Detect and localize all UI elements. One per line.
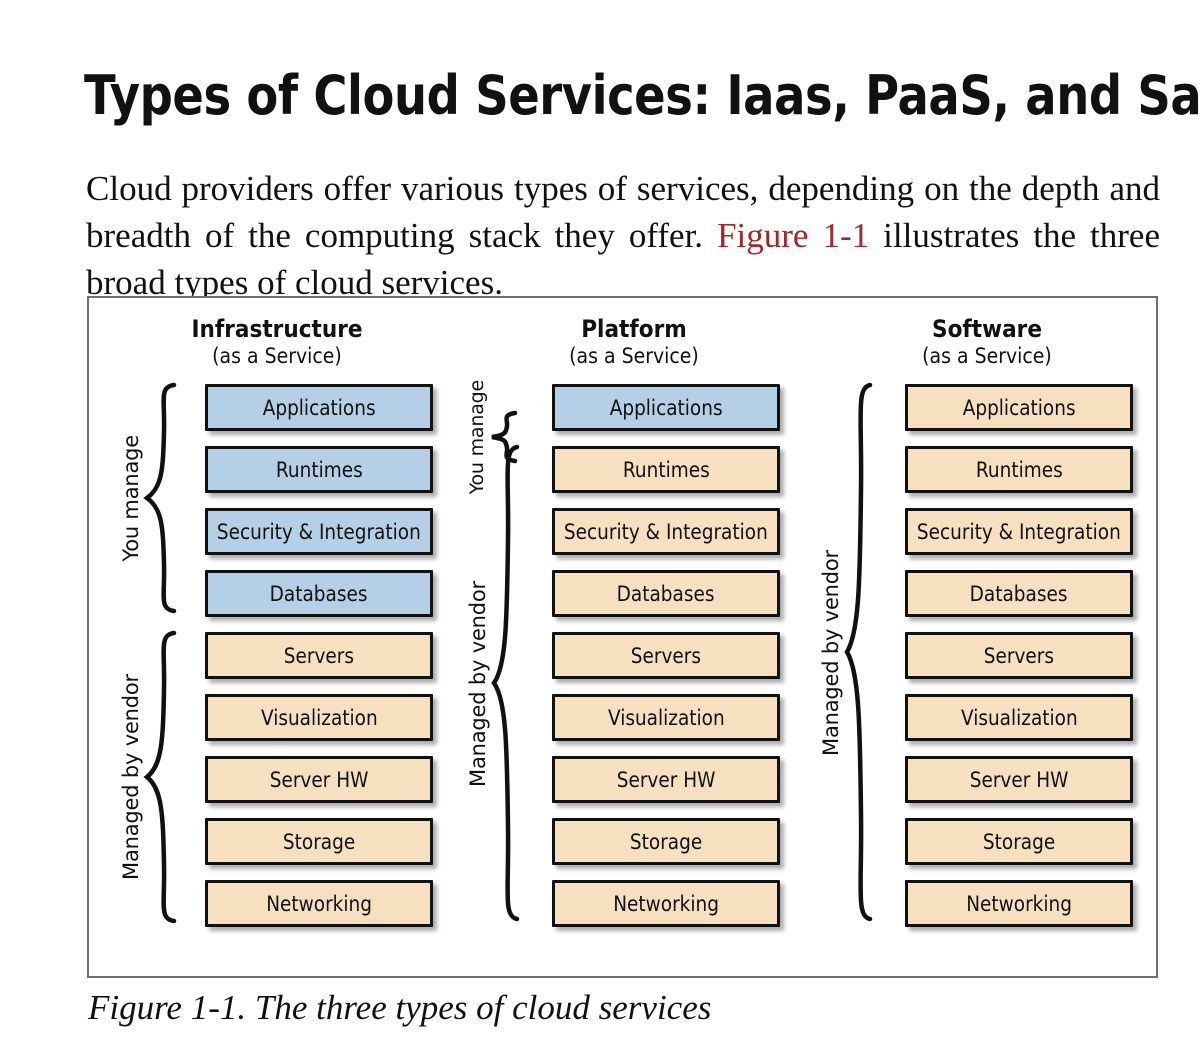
figure-reference-link[interactable]: Figure 1-1 <box>717 216 869 255</box>
layer-label: Visualization <box>260 705 378 730</box>
layer-box-applications[interactable]: Applications <box>552 384 780 431</box>
layer-box-security-and-integration[interactable]: Security & Integration <box>552 508 780 555</box>
layer-label: Servers <box>983 643 1055 668</box>
curly-brace-icon <box>143 382 177 614</box>
layer-box-databases[interactable]: Databases <box>905 570 1133 617</box>
layer-box-applications[interactable]: Applications <box>905 384 1133 431</box>
layer-label: Networking <box>613 891 719 916</box>
layer-box-servers[interactable]: Servers <box>905 632 1133 679</box>
layer-label: Databases <box>970 581 1068 606</box>
layer-box-storage[interactable]: Storage <box>552 818 780 865</box>
layer-box-runtimes[interactable]: Runtimes <box>905 446 1133 493</box>
layer-label: Storage <box>629 829 703 854</box>
layer-label: Security & Integration <box>917 519 1121 544</box>
layer-box-server-hw[interactable]: Server HW <box>552 756 780 803</box>
layer-box-storage[interactable]: Storage <box>905 818 1133 865</box>
layer-label: Applications <box>609 395 723 420</box>
brace-group-managed-by-vendor-saas: Managed by vendor <box>819 382 873 924</box>
layer-label: Storage <box>282 829 356 854</box>
layer-label: Server HW <box>616 767 716 792</box>
brace-label-managed-by-vendor-iaas: Managed by vendor <box>119 674 143 880</box>
layer-label: Visualization <box>960 705 1078 730</box>
layer-label: Runtimes <box>622 457 710 482</box>
layer-box-visualization[interactable]: Visualization <box>905 694 1133 741</box>
column-title-software: Software <box>932 315 1042 343</box>
layer-box-runtimes[interactable]: Runtimes <box>205 446 433 493</box>
layer-box-server-hw[interactable]: Server HW <box>205 756 433 803</box>
layer-box-runtimes[interactable]: Runtimes <box>552 446 780 493</box>
layer-box-applications[interactable]: Applications <box>205 384 433 431</box>
layer-label: Visualization <box>607 705 725 730</box>
layer-stack-software: Applications Runtimes Security & Integra… <box>905 384 1133 927</box>
layer-label: Server HW <box>969 767 1069 792</box>
brace-label-managed-by-vendor-paas: Managed by vendor <box>466 581 490 787</box>
layer-label: Databases <box>617 581 715 606</box>
layer-label: Applications <box>262 395 376 420</box>
layer-label: Security & Integration <box>217 519 421 544</box>
layer-box-visualization[interactable]: Visualization <box>552 694 780 741</box>
column-infrastructure: Infrastructure (as a Service) You manage… <box>107 298 447 976</box>
layer-label: Networking <box>266 891 372 916</box>
layer-box-servers[interactable]: Servers <box>552 632 780 679</box>
layer-box-networking[interactable]: Networking <box>205 880 433 927</box>
brace-label-you-manage-iaas: You manage <box>119 434 143 562</box>
layer-box-security-and-integration[interactable]: Security & Integration <box>205 508 433 555</box>
column-header-platform: Platform (as a Service) <box>464 316 804 369</box>
column-header-infrastructure: Infrastructure (as a Service) <box>107 316 447 369</box>
page-title: Types of Cloud Services: Iaas, PaaS, and… <box>84 64 1200 128</box>
layer-box-databases[interactable]: Databases <box>205 570 433 617</box>
figure-caption: Figure 1-1. The three types of cloud ser… <box>88 988 712 1027</box>
layer-label: Server HW <box>269 767 369 792</box>
layer-label: Networking <box>966 891 1072 916</box>
layer-label: Servers <box>630 643 702 668</box>
layer-box-visualization[interactable]: Visualization <box>205 694 433 741</box>
column-subtitle-platform: (as a Service) <box>569 344 699 368</box>
layer-stack-infrastructure: Applications Runtimes Security & Integra… <box>205 384 433 927</box>
curly-brace-icon <box>143 630 177 924</box>
column-subtitle-software: (as a Service) <box>922 344 1052 368</box>
column-platform: Platform (as a Service) You manage Manag… <box>464 298 804 976</box>
brace-group-managed-by-vendor-iaas: Managed by vendor <box>119 630 177 924</box>
layer-label: Runtimes <box>975 457 1063 482</box>
column-header-software: Software (as a Service) <box>817 316 1157 369</box>
curly-brace-icon <box>844 382 873 922</box>
layer-box-networking[interactable]: Networking <box>905 880 1133 927</box>
column-subtitle-infrastructure: (as a Service) <box>212 344 342 368</box>
layer-box-security-and-integration[interactable]: Security & Integration <box>905 508 1133 555</box>
layer-label: Security & Integration <box>564 519 768 544</box>
layer-label: Applications <box>962 395 1076 420</box>
column-title-platform: Platform <box>581 315 687 343</box>
column-software: Software (as a Service) Managed by vendo… <box>817 298 1157 976</box>
curly-brace-icon <box>491 444 520 922</box>
layer-label: Storage <box>982 829 1056 854</box>
brace-group-managed-by-vendor-paas: Managed by vendor <box>466 444 520 924</box>
intro-paragraph: Cloud providers offer various types of s… <box>86 165 1160 306</box>
layer-label: Databases <box>270 581 368 606</box>
layer-box-databases[interactable]: Databases <box>552 570 780 617</box>
brace-group-you-manage-iaas: You manage <box>119 382 177 614</box>
layer-box-storage[interactable]: Storage <box>205 818 433 865</box>
layer-box-networking[interactable]: Networking <box>552 880 780 927</box>
brace-label-managed-by-vendor-saas: Managed by vendor <box>819 550 843 756</box>
layer-box-server-hw[interactable]: Server HW <box>905 756 1133 803</box>
figure-1-1: Infrastructure (as a Service) You manage… <box>87 296 1158 978</box>
layer-label: Runtimes <box>275 457 363 482</box>
layer-label: Servers <box>283 643 355 668</box>
column-title-infrastructure: Infrastructure <box>191 315 363 343</box>
layer-box-servers[interactable]: Servers <box>205 632 433 679</box>
layer-stack-platform: Applications Runtimes Security & Integra… <box>552 384 780 927</box>
